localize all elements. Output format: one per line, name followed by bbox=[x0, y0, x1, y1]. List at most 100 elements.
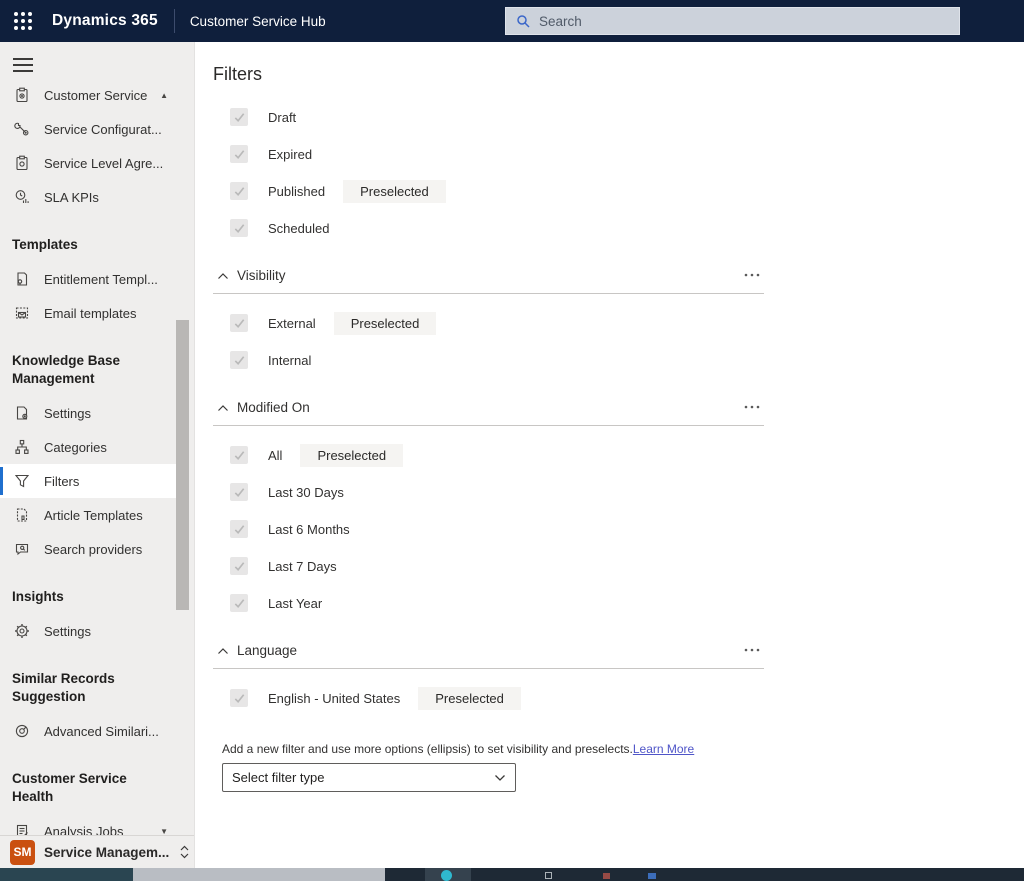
sidebar-item-entitlement-templates[interactable]: Entitlement Templ... bbox=[0, 262, 176, 296]
filter-option-label: Published bbox=[268, 184, 325, 199]
app-window: Dynamics 365 Customer Service Hub Search bbox=[0, 0, 1024, 881]
app-launcher-waffle-icon[interactable] bbox=[0, 0, 46, 42]
sidebar-item-label: Settings bbox=[44, 624, 91, 639]
ellipsis-icon bbox=[744, 648, 760, 652]
learn-more-link[interactable]: Learn More bbox=[633, 742, 694, 756]
sidebar-item-label: SLA KPIs bbox=[44, 190, 99, 205]
taskbar-segment bbox=[0, 868, 133, 881]
sidebar-scrollbar-thumb[interactable] bbox=[176, 320, 189, 610]
collapse-caret-icon[interactable] bbox=[160, 91, 168, 100]
app-name[interactable]: Customer Service Hub bbox=[190, 14, 326, 29]
brand-title[interactable]: Dynamics 365 bbox=[52, 12, 158, 30]
section-divider bbox=[213, 425, 764, 426]
sidebar-group-header: Knowledge Base Management bbox=[0, 352, 150, 388]
checkbox-checked[interactable] bbox=[230, 351, 248, 369]
sidebar-item-customer-service[interactable]: Customer Service ... bbox=[0, 78, 176, 112]
checkbox-checked[interactable] bbox=[230, 314, 248, 332]
checkbox-checked[interactable] bbox=[230, 108, 248, 126]
filter-type-select[interactable]: Select filter type bbox=[222, 763, 516, 792]
global-search-input[interactable]: Search bbox=[505, 7, 960, 35]
filter-option-row: Scheduled bbox=[230, 216, 1024, 240]
sidebar-item-analysis-jobs[interactable]: Analysis Jobs bbox=[0, 814, 176, 835]
sidebar-item-email-templates[interactable]: Email templates bbox=[0, 296, 176, 330]
page-title: Filters bbox=[213, 64, 1024, 85]
checkbox-checked[interactable] bbox=[230, 557, 248, 575]
taskbar-app-icon bbox=[545, 872, 552, 879]
area-switcher-label: Service Managem... bbox=[44, 845, 169, 860]
sidebar-item-filters[interactable]: Filters bbox=[0, 464, 176, 498]
section-divider bbox=[213, 293, 764, 294]
checkbox-checked[interactable] bbox=[230, 446, 248, 464]
more-options-button[interactable] bbox=[740, 403, 764, 411]
taskbar-app-icon bbox=[603, 873, 610, 879]
more-options-button[interactable] bbox=[740, 271, 764, 279]
checkbox-checked[interactable] bbox=[230, 483, 248, 501]
expand-caret-icon[interactable] bbox=[160, 827, 168, 836]
mail-icon bbox=[13, 304, 31, 322]
sidebar-scroll-area: Customer Service ... Service Configurat.… bbox=[0, 42, 194, 835]
preselected-chip: Preselected bbox=[300, 444, 403, 467]
filter-option-label: Last 30 Days bbox=[268, 485, 344, 500]
section-header[interactable]: Language bbox=[213, 639, 764, 661]
section-divider bbox=[213, 668, 764, 669]
sidebar-item-kb-settings[interactable]: Settings bbox=[0, 396, 176, 430]
linked-circles-icon bbox=[13, 722, 31, 740]
sidebar-item-sla-kpis[interactable]: SLA KPIs bbox=[0, 180, 176, 214]
help-text: Add a new filter and use more options (e… bbox=[222, 742, 1024, 756]
more-options-button[interactable] bbox=[740, 646, 764, 654]
clock-chart-icon bbox=[13, 188, 31, 206]
sidebar-item-article-templates[interactable]: Article Templates bbox=[0, 498, 176, 532]
collapse-chevron-icon bbox=[217, 404, 229, 412]
filter-option-row: All Preselected bbox=[230, 443, 764, 467]
sidebar-group-header: Templates bbox=[0, 236, 176, 254]
sidebar-group-header: Insights bbox=[0, 588, 176, 606]
checkbox-checked[interactable] bbox=[230, 145, 248, 163]
sidebar-item-search-providers[interactable]: Search providers bbox=[0, 532, 176, 566]
filter-section-language: Language English - United States Presele… bbox=[213, 639, 764, 710]
filter-option-label: Last Year bbox=[268, 596, 322, 611]
help-text-body: Add a new filter and use more options (e… bbox=[222, 742, 633, 756]
sidebar-item-label: Search providers bbox=[44, 542, 142, 557]
taskbar-segment bbox=[133, 868, 385, 881]
taskbar-app-icon bbox=[648, 873, 656, 879]
hamburger-menu-icon[interactable] bbox=[13, 58, 33, 72]
document-icon bbox=[13, 506, 31, 524]
checkbox-checked[interactable] bbox=[230, 689, 248, 707]
sidebar-item-advanced-similarity[interactable]: Advanced Similari... bbox=[0, 714, 176, 748]
section-header[interactable]: Modified On bbox=[213, 396, 764, 418]
area-initials-badge: SM bbox=[10, 840, 35, 865]
sidebar-group-header: Similar Records Suggestion bbox=[0, 670, 150, 706]
wrench-gear-icon bbox=[13, 120, 31, 138]
filter-option-row: Last 7 Days bbox=[230, 554, 764, 578]
sidebar-item-label: Service Configurat... bbox=[44, 122, 162, 137]
filter-option-row: Last Year bbox=[230, 591, 764, 615]
section-header[interactable]: Visibility bbox=[213, 264, 764, 286]
preselected-chip: Preselected bbox=[418, 687, 521, 710]
section-title: Language bbox=[237, 643, 297, 658]
area-switcher[interactable]: SM Service Managem... bbox=[0, 835, 194, 868]
checkbox-checked[interactable] bbox=[230, 594, 248, 612]
site-map-sidebar: Customer Service ... Service Configurat.… bbox=[0, 42, 195, 868]
checkbox-checked[interactable] bbox=[230, 520, 248, 538]
filter-option-row: Internal bbox=[230, 348, 764, 372]
filters-settings-panel: Filters Draft Expired bbox=[195, 42, 1024, 868]
filter-type-select-value: Select filter type bbox=[232, 770, 325, 785]
document-badge-icon bbox=[13, 270, 31, 288]
sidebar-item-categories[interactable]: Categories bbox=[0, 430, 176, 464]
checkbox-checked[interactable] bbox=[230, 219, 248, 237]
chevron-down-icon bbox=[494, 774, 506, 782]
funnel-icon bbox=[13, 472, 31, 490]
preselected-chip: Preselected bbox=[343, 180, 446, 203]
filter-option-row: Published Preselected bbox=[230, 179, 1024, 203]
preselected-chip: Preselected bbox=[334, 312, 437, 335]
filter-option-row: Last 30 Days bbox=[230, 480, 764, 504]
up-down-chevron-icon bbox=[178, 844, 191, 860]
checkbox-checked[interactable] bbox=[230, 182, 248, 200]
filter-option-label: Internal bbox=[268, 353, 311, 368]
topbar-divider bbox=[174, 9, 175, 33]
filter-option-row: External Preselected bbox=[230, 311, 764, 335]
sidebar-item-insights-settings[interactable]: Settings bbox=[0, 614, 176, 648]
sidebar-item-service-configuration[interactable]: Service Configurat... bbox=[0, 112, 176, 146]
filter-section-status: Draft Expired Published Preselected bbox=[213, 105, 1024, 240]
sidebar-item-service-level-agreements[interactable]: Service Level Agre... bbox=[0, 146, 176, 180]
